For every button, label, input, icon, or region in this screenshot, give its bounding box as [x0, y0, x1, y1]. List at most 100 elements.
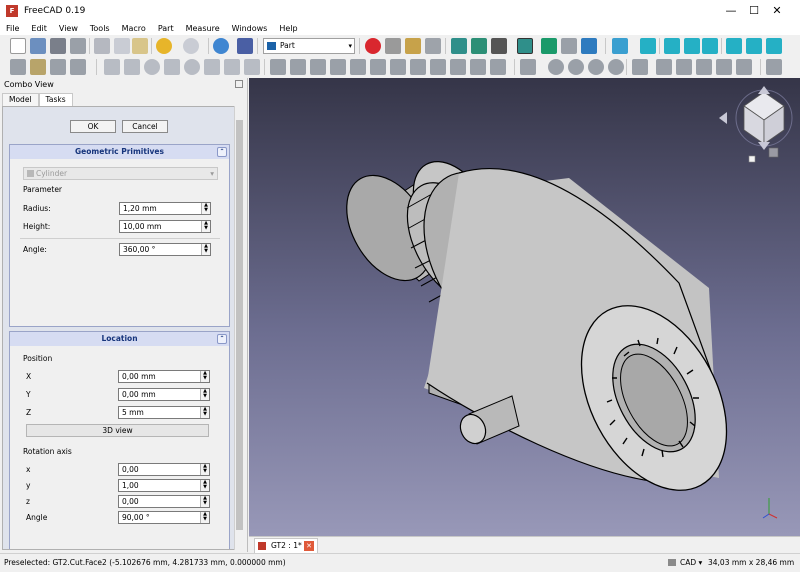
check-geometry-icon[interactable]: [766, 59, 782, 75]
view-rear-icon[interactable]: [726, 38, 742, 54]
loft-icon[interactable]: [410, 59, 426, 75]
zoom-icon[interactable]: [612, 38, 628, 54]
primitives-icon[interactable]: [224, 59, 240, 75]
measure-toggle-icon[interactable]: [716, 59, 732, 75]
position-z-field[interactable]: 5 mm ▲ ▼: [118, 406, 210, 419]
measure-angular-icon[interactable]: [656, 59, 672, 75]
spin-icon[interactable]: ▲ ▼: [200, 496, 209, 507]
navigation-style-selector[interactable]: CAD ▾: [668, 558, 702, 567]
task-scrollbar[interactable]: [234, 106, 244, 550]
spin-icon[interactable]: ▲ ▼: [200, 512, 209, 523]
part-model[interactable]: [249, 78, 800, 536]
view-isometric-icon[interactable]: [640, 38, 656, 54]
fit-all-icon[interactable]: [451, 38, 467, 54]
measure-3d-icon[interactable]: [736, 59, 752, 75]
tab-tasks[interactable]: Tasks: [38, 93, 73, 106]
cut-icon[interactable]: [94, 38, 110, 54]
back-arrow-icon[interactable]: [541, 38, 557, 54]
extrude-icon[interactable]: [270, 59, 286, 75]
undo-icon[interactable]: [156, 38, 172, 54]
spin-icon[interactable]: ▲ ▼: [200, 464, 209, 475]
navcube-left-arrow-icon[interactable]: [719, 112, 727, 124]
navcube-view-icon[interactable]: [748, 155, 756, 163]
fuse-boolean-icon[interactable]: [588, 59, 604, 75]
angle-field[interactable]: 360,00 ° ▲ ▼: [119, 243, 211, 256]
menu-view[interactable]: View: [53, 24, 84, 33]
sync-view-icon[interactable]: [581, 38, 597, 54]
ruled-surface-icon[interactable]: [390, 59, 406, 75]
cut-boolean-icon[interactable]: [568, 59, 584, 75]
menu-windows[interactable]: Windows: [226, 24, 274, 33]
record-macro-icon[interactable]: [365, 38, 381, 54]
scrollbar-thumb[interactable]: [236, 120, 243, 530]
position-x-field[interactable]: 0,00 mm ▲ ▼: [118, 370, 210, 383]
measure-clear-icon[interactable]: [696, 59, 712, 75]
chamfer-icon[interactable]: [350, 59, 366, 75]
fit-selection-icon[interactable]: [471, 38, 487, 54]
main-cylinder-body[interactable]: [397, 150, 757, 515]
tube-icon[interactable]: [204, 59, 220, 75]
save-icon[interactable]: [50, 38, 66, 54]
run-macro-icon[interactable]: [425, 38, 441, 54]
collapse-icon[interactable]: ⌃: [217, 334, 227, 344]
radius-field[interactable]: 1,20 mm ▲ ▼: [119, 202, 211, 215]
copy-icon[interactable]: [114, 38, 130, 54]
spin-icon[interactable]: ▲ ▼: [200, 389, 209, 400]
compound-icon[interactable]: [520, 59, 536, 75]
menu-edit[interactable]: Edit: [25, 24, 53, 33]
menu-measure[interactable]: Measure: [180, 24, 226, 33]
box-primitive-icon[interactable]: [104, 59, 120, 75]
rotation-y-field[interactable]: 1,00 ▲ ▼: [118, 479, 210, 492]
new-document-icon[interactable]: [10, 38, 26, 54]
collapse-icon[interactable]: ⌃: [217, 147, 227, 157]
close-button[interactable]: ✕: [754, 0, 800, 22]
rotation-z-field[interactable]: 0,00 ▲ ▼: [118, 495, 210, 508]
3d-view-button[interactable]: 3D view: [26, 424, 209, 437]
whats-this-icon[interactable]: [237, 38, 253, 54]
sphere-primitive-icon[interactable]: [144, 59, 160, 75]
menu-help[interactable]: Help: [273, 24, 303, 33]
cancel-button[interactable]: Cancel: [122, 120, 168, 133]
measure-linear-icon[interactable]: [632, 59, 648, 75]
edit-macro-icon[interactable]: [405, 38, 421, 54]
rotation-angle-field[interactable]: 90,00 ° ▲ ▼: [118, 511, 210, 524]
view-bottom-icon[interactable]: [746, 38, 762, 54]
spin-icon[interactable]: ▲ ▼: [201, 221, 210, 232]
spin-icon[interactable]: ▲ ▼: [200, 407, 209, 418]
spin-icon[interactable]: ▲ ▼: [201, 203, 210, 214]
spin-icon[interactable]: ▲ ▼: [200, 371, 209, 382]
view-front-icon[interactable]: [664, 38, 680, 54]
view-right-icon[interactable]: [702, 38, 718, 54]
ok-button[interactable]: OK: [70, 120, 116, 133]
menu-tools[interactable]: Tools: [84, 24, 116, 33]
make-face-icon[interactable]: [370, 59, 386, 75]
menu-file[interactable]: File: [0, 24, 25, 33]
tab-model[interactable]: Model: [2, 93, 39, 106]
document-tab[interactable]: GT2 : 1* ✕: [254, 538, 318, 553]
section-icon[interactable]: [450, 59, 466, 75]
menu-macro[interactable]: Macro: [116, 24, 152, 33]
view-left-icon[interactable]: [766, 38, 782, 54]
measure-refresh-icon[interactable]: [676, 59, 692, 75]
link-actions-icon[interactable]: [70, 59, 86, 75]
position-y-field[interactable]: 0,00 mm ▲ ▼: [118, 388, 210, 401]
menu-part[interactable]: Part: [152, 24, 180, 33]
navcube-menu-icon[interactable]: [768, 147, 779, 158]
save-as-icon[interactable]: [70, 38, 86, 54]
close-tab-icon[interactable]: ✕: [304, 541, 314, 551]
common-boolean-icon[interactable]: [608, 59, 624, 75]
dock-float-icon[interactable]: [235, 80, 243, 88]
forward-arrow-icon[interactable]: [561, 38, 577, 54]
3d-viewport[interactable]: [249, 78, 800, 536]
bounding-box-icon[interactable]: [517, 38, 533, 54]
draw-style-icon[interactable]: [491, 38, 507, 54]
offset-icon[interactable]: [490, 59, 506, 75]
cylinder-primitive-icon[interactable]: [124, 59, 140, 75]
refresh-icon[interactable]: [213, 38, 229, 54]
group-icon[interactable]: [30, 59, 46, 75]
link-icon[interactable]: [50, 59, 66, 75]
workbench-selector[interactable]: Part ▾: [263, 38, 355, 54]
rotation-x-field[interactable]: 0,00 ▲ ▼: [118, 463, 210, 476]
boolean-icon[interactable]: [548, 59, 564, 75]
redo-icon[interactable]: [183, 38, 199, 54]
